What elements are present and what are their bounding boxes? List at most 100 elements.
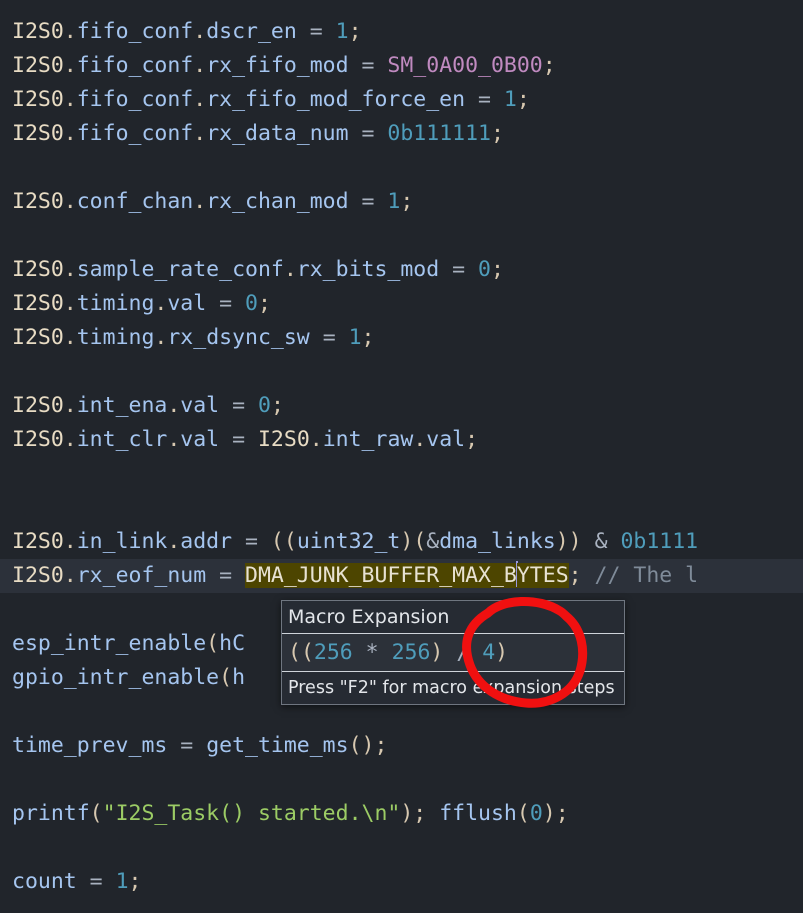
selected-macro-token-part1[interactable]: DMA_JUNK_BUFFER_MAX_B — [245, 563, 517, 588]
member-int-clr: int_clr — [76, 427, 168, 452]
identifier-i2s0: I2S0 — [12, 393, 64, 418]
code-line-24[interactable]: printf("I2S_Task() started.\n"); fflush(… — [0, 797, 803, 831]
macro-constant: SM_0A00_0B00 — [387, 53, 543, 78]
identifier-i2s0: I2S0 — [12, 291, 64, 316]
variable-count: count — [12, 869, 77, 894]
identifier-i2s0: I2S0 — [12, 427, 64, 452]
selected-macro-token-part2[interactable]: YTES — [516, 563, 569, 588]
punct-semicolon: ; — [516, 87, 530, 112]
punct-semicolon: ; — [400, 189, 414, 214]
assign-operator: = — [206, 291, 246, 316]
code-line-26[interactable]: count = 1; — [0, 865, 803, 899]
member-rx-fifo-mod: rx_fifo_mod — [206, 53, 349, 78]
code-line-blank[interactable] — [0, 763, 803, 797]
code-line-10[interactable]: I2S0.timing.rx_dsync_sw = 1; — [0, 321, 803, 355]
code-line-17-current[interactable]: I2S0.rx_eof_num = DMA_JUNK_BUFFER_MAX_BY… — [0, 559, 803, 593]
punct-paren-open: ( — [206, 631, 220, 656]
code-line-blank[interactable] — [0, 831, 803, 865]
punct-dot: . — [193, 53, 207, 78]
assign-operator: = — [465, 87, 504, 112]
code-line-22[interactable]: time_prev_ms = get_time_ms(); — [0, 729, 803, 763]
assign-operator: = — [167, 733, 207, 758]
expansion-divide-operator: / — [443, 640, 483, 665]
punct-dot: . — [63, 121, 77, 146]
expansion-paren-close: ) — [495, 640, 509, 665]
assign-operator: = — [76, 869, 116, 894]
punct-dot: . — [193, 189, 207, 214]
assign-operator: = — [206, 563, 246, 588]
member-sample-rate-conf: sample_rate_conf — [76, 257, 284, 282]
code-line-blank[interactable] — [0, 491, 803, 525]
identifier-i2s0: I2S0 — [12, 325, 64, 350]
punct-dot: . — [63, 53, 77, 78]
assign-operator: = — [348, 121, 388, 146]
member-dscr-en: dscr_en — [206, 19, 297, 44]
punct-dot: . — [193, 121, 207, 146]
punct-dot: . — [63, 563, 77, 588]
function-get-time-ms: get_time_ms — [206, 733, 349, 758]
function-printf: printf — [12, 801, 90, 826]
punct-dot: . — [63, 87, 77, 112]
punct-paren-open: ( — [219, 665, 233, 690]
code-line-9[interactable]: I2S0.timing.val = 0; — [0, 287, 803, 321]
code-line-6[interactable]: I2S0.conf_chan.rx_chan_mod = 1; — [0, 185, 803, 219]
identifier-i2s0: I2S0 — [12, 53, 64, 78]
punct-dot: . — [167, 529, 181, 554]
member-addr: addr — [180, 529, 233, 554]
function-fflush: fflush — [439, 801, 517, 826]
identifier-i2s0: I2S0 — [12, 87, 64, 112]
identifier-i2s0: I2S0 — [12, 257, 64, 282]
punct-dot: . — [167, 393, 181, 418]
numeric-literal: 0 — [245, 291, 258, 316]
assign-operator: = — [296, 19, 336, 44]
punct-dot: . — [63, 19, 77, 44]
code-line-blank[interactable] — [0, 457, 803, 491]
punct-paren-open: ( — [516, 801, 530, 826]
numeric-literal: 1 — [387, 189, 401, 214]
punct-paren-close: ); — [542, 801, 569, 826]
code-line-blank[interactable] — [0, 151, 803, 185]
code-line-blank[interactable] — [0, 355, 803, 389]
punct-semicolon: ; — [490, 121, 504, 146]
numeric-literal: 1 — [335, 19, 349, 44]
punct-semicolon: ; — [348, 19, 362, 44]
punct-semicolon: ; — [128, 869, 142, 894]
punct-dot: . — [63, 393, 77, 418]
punct-dot: . — [193, 87, 207, 112]
cast-type-uint32-t: uint32_t — [296, 529, 401, 554]
member-val: val — [167, 291, 207, 316]
punct-dot: . — [193, 19, 207, 44]
punct-dot: . — [167, 427, 181, 452]
bitwise-and-operator: & — [594, 529, 621, 554]
numeric-literal: 0b1111 — [620, 529, 699, 554]
punct-semicolon: ; — [361, 325, 375, 350]
assign-operator: = — [219, 393, 258, 418]
member-int-raw: int_raw — [322, 427, 414, 452]
tooltip-expansion-value: ((256 * 256) / 4) — [282, 634, 624, 672]
code-line-blank[interactable] — [0, 219, 803, 253]
function-gpio-intr-enable: gpio_intr_enable — [12, 665, 220, 690]
numeric-literal: 0b111111 — [387, 121, 491, 146]
punct-dot: . — [63, 291, 77, 316]
code-line-4[interactable]: I2S0.fifo_conf.rx_data_num = 0b111111; — [0, 117, 803, 151]
code-line-12[interactable]: I2S0.int_ena.val = 0; — [0, 389, 803, 423]
punct-dot: . — [413, 427, 427, 452]
code-line-8[interactable]: I2S0.sample_rate_conf.rx_bits_mod = 0; — [0, 253, 803, 287]
identifier-i2s0: I2S0 — [12, 563, 64, 588]
expansion-operand-c: 4 — [482, 640, 496, 665]
numeric-literal: 1 — [503, 87, 517, 112]
punct-dot: . — [63, 189, 77, 214]
member-val: val — [180, 393, 220, 418]
assign-operator: = — [348, 189, 388, 214]
code-line-16[interactable]: I2S0.in_link.addr = ((uint32_t)(&dma_lin… — [0, 525, 803, 559]
member-timing: timing — [76, 291, 155, 316]
code-editor-surface[interactable]: I2S0.fifo_conf.dscr_en = 1; I2S0.fifo_co… — [0, 0, 803, 913]
member-timing: timing — [76, 325, 155, 350]
member-conf-chan: conf_chan — [76, 189, 194, 214]
assign-operator: = — [232, 529, 271, 554]
code-line-13[interactable]: I2S0.int_clr.val = I2S0.int_raw.val; — [0, 423, 803, 457]
code-line-2[interactable]: I2S0.fifo_conf.rx_fifo_mod = SM_0A00_0B0… — [0, 49, 803, 83]
macro-expansion-tooltip: Macro Expansion ((256 * 256) / 4) Press … — [281, 600, 625, 705]
code-line-3[interactable]: I2S0.fifo_conf.rx_fifo_mod_force_en = 1; — [0, 83, 803, 117]
code-line-1[interactable]: I2S0.fifo_conf.dscr_en = 1; — [0, 15, 803, 49]
